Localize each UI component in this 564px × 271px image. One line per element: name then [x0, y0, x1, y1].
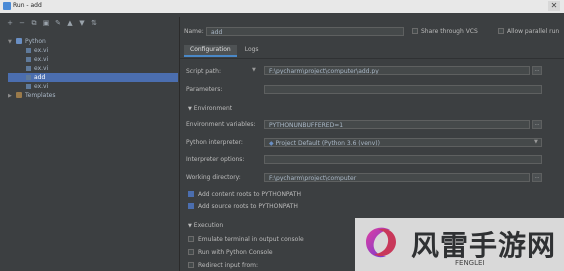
tab-configuration[interactable]: Configuration	[184, 45, 237, 57]
section-title: Execution	[193, 222, 224, 229]
workdir-label: Working directory:	[186, 174, 241, 181]
chevron-down-icon[interactable]: ▼	[8, 38, 16, 47]
add-content-roots-checkbox[interactable]	[188, 191, 194, 197]
sort-icon[interactable]: ⇅	[90, 19, 98, 27]
tree-item[interactable]: ex.vi	[8, 55, 178, 64]
tree-item-selected[interactable]: add	[8, 73, 178, 82]
env-vars-input[interactable]: PYTHONUNBUFFERED=1	[264, 120, 530, 129]
add-source-roots-checkbox[interactable]	[188, 203, 194, 209]
close-icon[interactable]: ✕	[548, 1, 560, 11]
parallel-run-checkbox[interactable]	[498, 28, 504, 34]
tree-group-python[interactable]: ▼ Python	[8, 37, 178, 46]
tree-group-templates[interactable]: ▶ Templates	[8, 91, 178, 100]
browse-workdir-button[interactable]: …	[532, 173, 542, 182]
chevron-down-icon[interactable]: ▼	[534, 139, 538, 145]
tab-logs[interactable]: Logs	[239, 45, 265, 55]
script-path-input[interactable]: F:\pycharm\project\computer\add.py	[264, 66, 530, 75]
tree-item[interactable]: ex.vi	[8, 64, 178, 73]
chevron-down-icon: ▼	[188, 106, 192, 112]
wrench-icon[interactable]: ✎	[54, 19, 62, 27]
python-file-icon	[26, 75, 31, 80]
name-label: Name:	[184, 28, 204, 35]
add-source-roots-label: Add source roots to PYTHONPATH	[198, 203, 298, 210]
tree-group-label: Templates	[25, 92, 56, 99]
python-file-icon	[26, 48, 31, 53]
chevron-down-icon: ▼	[188, 223, 192, 229]
run-console-label: Run with Python Console	[198, 249, 273, 256]
redirect-input-checkbox[interactable]	[188, 262, 194, 268]
interpreter-select[interactable]: ◆ Project Default (Python 3.6 (venv))	[264, 138, 542, 147]
emulate-terminal-checkbox[interactable]	[188, 236, 194, 242]
name-input[interactable]: add	[206, 27, 404, 36]
parameters-label: Parameters:	[186, 86, 223, 93]
interp-options-label: Interpreter options:	[186, 156, 245, 163]
tree-group-label: Python	[25, 38, 46, 45]
arrow-up-icon[interactable]: ▲	[66, 19, 74, 27]
interpreter-label: Python interpreter:	[186, 139, 243, 146]
parallel-run-label: Allow parallel run	[507, 28, 560, 35]
section-title: Environment	[193, 105, 233, 112]
arrow-down-icon[interactable]: ▼	[78, 19, 86, 27]
browse-button[interactable]: …	[532, 66, 542, 75]
tree-item-label: ex.vi	[34, 65, 49, 72]
save-icon[interactable]: ▣	[42, 19, 50, 27]
execution-section[interactable]: ▼ Execution	[188, 222, 223, 229]
edit-env-button[interactable]: …	[532, 120, 542, 129]
python-file-icon	[26, 66, 31, 71]
interpreter-value: Project Default (Python 3.6 (venv))	[275, 140, 380, 147]
python-file-icon	[26, 84, 31, 89]
script-path-label: Script path:	[186, 68, 221, 75]
run-console-checkbox[interactable]	[188, 249, 194, 255]
tree-item[interactable]: ex.vi	[8, 82, 178, 91]
tabs-divider	[180, 58, 564, 59]
tree-item-label: ex.vi	[34, 83, 49, 90]
wrench-icon	[16, 92, 22, 98]
env-vars-label: Environment variables:	[186, 121, 256, 128]
python-file-icon	[26, 57, 31, 62]
emulate-terminal-label: Emulate terminal in output console	[198, 236, 304, 243]
add-content-roots-label: Add content roots to PYTHONPATH	[198, 191, 301, 198]
tree-item-label: add	[34, 74, 46, 81]
tree-item-label: ex.vi	[34, 47, 49, 54]
parameters-input[interactable]	[264, 85, 542, 94]
watermark-subtext: FENGLEI	[455, 259, 485, 267]
watermark-text: 风雷手游网	[411, 229, 557, 262]
window-titlebar: Run - add ✕	[0, 0, 564, 13]
python-icon	[16, 38, 22, 44]
copy-icon[interactable]: ⧉	[30, 19, 38, 27]
plus-icon[interactable]: +	[6, 19, 14, 27]
tree-item-label: ex.vi	[34, 56, 49, 63]
tree-toolbar: + − ⧉ ▣ ✎ ▲ ▼ ⇅	[6, 19, 98, 27]
share-vcs-checkbox[interactable]	[412, 28, 418, 34]
chevron-right-icon[interactable]: ▶	[8, 92, 16, 101]
workdir-input[interactable]: F:\pycharm\project\computer	[264, 173, 530, 182]
environment-section[interactable]: ▼ Environment	[188, 105, 232, 112]
share-vcs-label: Share through VCS	[421, 28, 478, 35]
interp-options-input[interactable]	[264, 155, 542, 164]
config-tabs: Configuration Logs	[184, 45, 265, 57]
tree-item[interactable]: ex.vi	[8, 46, 178, 55]
minus-icon[interactable]: −	[18, 19, 26, 27]
watermark-logo-icon	[366, 227, 396, 258]
redirect-input-label: Redirect input from:	[198, 262, 258, 269]
config-tree-panel: + − ⧉ ▣ ✎ ▲ ▼ ⇅ ▼ Python ex.vi ex.vi ex.v…	[4, 17, 180, 271]
app-icon	[3, 2, 11, 10]
window-title: Run - add	[13, 2, 42, 9]
python-icon: ◆	[269, 140, 274, 147]
config-tree: ▼ Python ex.vi ex.vi ex.vi add ex.vi ▶ Tem…	[8, 37, 178, 100]
chevron-down-icon[interactable]: ▼	[252, 67, 256, 73]
